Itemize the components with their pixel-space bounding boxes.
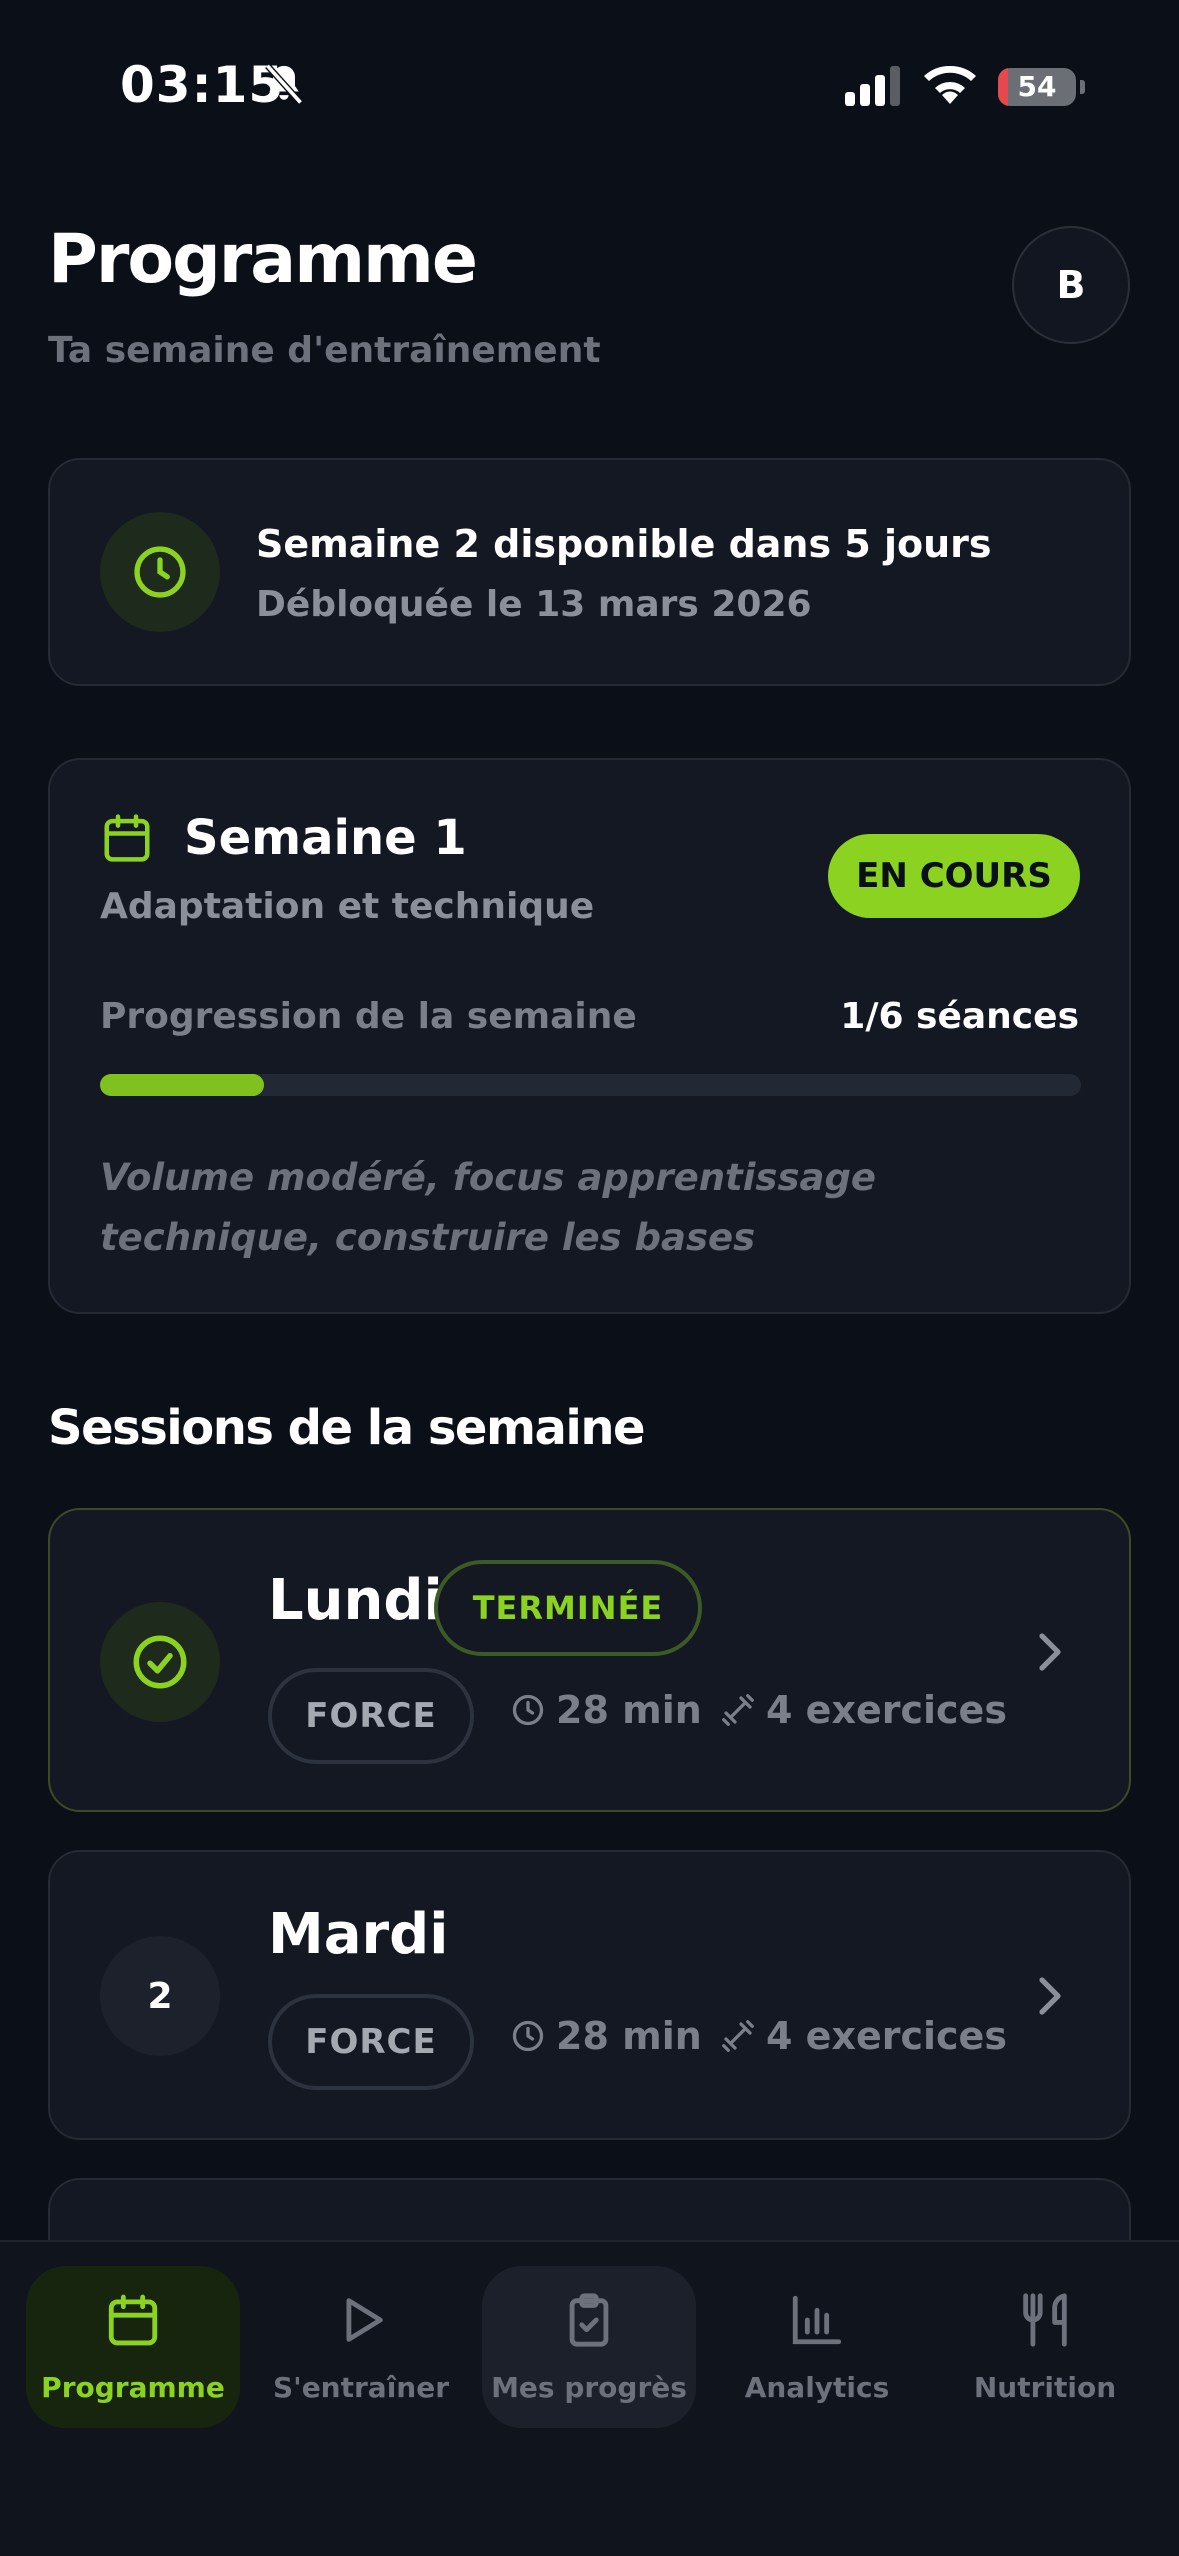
wifi-icon — [924, 62, 976, 108]
session-duration: 28 min — [510, 2014, 702, 2058]
chevron-right-icon — [1036, 1974, 1066, 2022]
session-exercises: 4 exercices — [720, 2014, 1007, 2058]
session-day: Lundi — [268, 1568, 443, 1633]
week-theme: Adaptation et technique — [100, 886, 595, 927]
page-subtitle: Ta semaine d'entraînement — [48, 330, 601, 371]
tab-label: Mes progrès — [491, 2370, 687, 2404]
calendar-icon — [100, 810, 154, 870]
status-badge: TERMINÉE — [434, 1560, 702, 1656]
tab-label: Nutrition — [973, 2370, 1117, 2404]
week-title: Semaine 1 — [184, 810, 467, 866]
status-bar: 03:15 54 — [0, 0, 1179, 170]
tab-progress[interactable]: Mes progrès — [482, 2266, 696, 2428]
tab-analytics[interactable]: Analytics — [710, 2266, 924, 2428]
sessions-section-title: Sessions de la semaine — [48, 1400, 646, 1456]
session-type-badge: FORCE — [268, 1994, 474, 2090]
tab-nutrition[interactable]: Nutrition — [938, 2266, 1152, 2428]
progress-bar-fill — [100, 1074, 264, 1096]
current-week-card: Semaine 1 Adaptation et technique EN COU… — [48, 758, 1131, 1314]
fork-knife-icon — [1023, 2292, 1067, 2347]
next-week-date: Débloquée le 13 mars 2026 — [256, 584, 812, 625]
session-card-monday[interactable]: Lundi TERMINÉE FORCE 28 min 4 exercices — [48, 1508, 1131, 1812]
status-badge: EN COURS — [828, 834, 1080, 918]
dumbbell-icon — [722, 1694, 754, 1726]
clock-icon — [100, 512, 220, 632]
bell-off-icon — [262, 62, 306, 114]
progress-count: 1/6 séances — [840, 996, 1079, 1037]
play-icon — [346, 2297, 383, 2342]
session-day: Mardi — [268, 1902, 449, 1967]
session-duration: 28 min — [510, 1688, 702, 1732]
bar-chart-icon — [792, 2295, 842, 2344]
signal-icon — [845, 66, 903, 110]
session-exercises: 4 exercices — [720, 1688, 1007, 1732]
avatar[interactable]: B — [1012, 226, 1130, 344]
battery-icon: 54 — [998, 68, 1076, 106]
tab-label: Analytics — [744, 2370, 890, 2404]
next-week-card: Semaine 2 disponible dans 5 jours Débloq… — [48, 458, 1131, 686]
tab-label: S'entraîner — [272, 2370, 450, 2404]
session-type-badge: FORCE — [268, 1668, 474, 1764]
next-week-title: Semaine 2 disponible dans 5 jours — [256, 522, 992, 566]
tab-label: Programme — [41, 2370, 225, 2404]
check-circle-icon — [100, 1602, 220, 1722]
clock-icon — [512, 1694, 544, 1726]
week-description: Volume modéré, focus apprentissage techn… — [100, 1156, 877, 1259]
status-time: 03:15 — [120, 56, 285, 114]
dumbbell-icon — [722, 2020, 754, 2052]
progress-bar — [100, 1074, 1081, 1096]
chevron-right-icon — [1036, 1630, 1066, 1678]
tab-programme[interactable]: Programme — [26, 2266, 240, 2428]
progress-label: Progression de la semaine — [100, 996, 637, 1037]
calendar-icon — [108, 2294, 158, 2345]
page-title: Programme — [48, 220, 478, 299]
session-card-tuesday[interactable]: 2 Mardi FORCE 28 min 4 exercices — [48, 1850, 1131, 2140]
clock-icon — [512, 2020, 544, 2052]
clipboard-check-icon — [569, 2292, 609, 2347]
tab-train[interactable]: S'entraîner — [254, 2266, 468, 2428]
bottom-tab-bar: Programme S'entraîner Mes progrès Analyt… — [0, 2240, 1179, 2556]
session-number: 2 — [100, 1936, 220, 2056]
battery-level: 54 — [1017, 70, 1057, 103]
